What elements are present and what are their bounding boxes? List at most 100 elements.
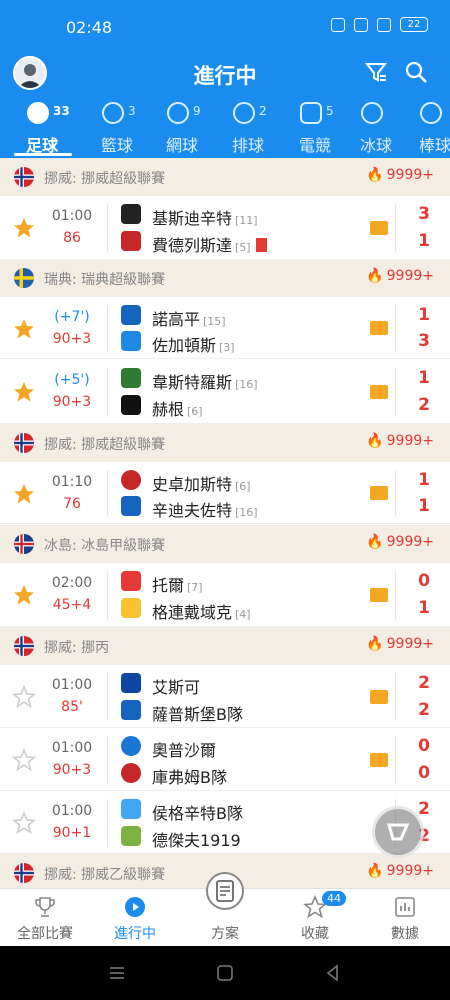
- home-team: 托爾 [7]: [152, 576, 203, 595]
- league-header[interactable]: 冰島: 冰島甲級聯賽 🔥 9999+: [0, 525, 450, 563]
- match-row[interactable]: 01:00 90+3 奧普沙爾 庫弗姆B隊 0 0: [0, 728, 450, 791]
- match-row[interactable]: 01:00 86 基斯迪辛特 [11] 費德列斯達 [5] 3 1: [0, 196, 450, 260]
- field-icon[interactable]: [370, 753, 388, 767]
- field-icon[interactable]: [370, 690, 388, 704]
- match-minute: 90+3: [52, 331, 92, 347]
- nav-all-matches[interactable]: 全部比賽: [0, 889, 90, 947]
- star-icon[interactable]: [12, 583, 36, 607]
- status-icons: 22: [331, 17, 428, 32]
- gamepad-icon: [300, 102, 322, 124]
- star-icon[interactable]: [12, 482, 36, 506]
- divider: [395, 305, 396, 351]
- hockey-puck-icon: [361, 102, 383, 124]
- tab-soccer[interactable]: 33 足球: [12, 100, 72, 158]
- team-crest-icon: [121, 673, 141, 693]
- field-icon[interactable]: [370, 221, 388, 235]
- star-outline-icon[interactable]: [12, 685, 36, 709]
- kickoff-time: 01:10: [51, 474, 93, 490]
- fire-icon: 🔥: [366, 433, 384, 449]
- match-minute: 85': [61, 699, 83, 715]
- field-icon[interactable]: [370, 486, 388, 500]
- home-team: 艾斯可: [152, 678, 201, 697]
- away-team: 庫弗姆B隊: [152, 768, 227, 787]
- home-team: 基斯迪辛特 [11]: [152, 209, 258, 228]
- league-name: 挪威: 挪威超級聯賽: [44, 171, 166, 187]
- divider: [395, 736, 396, 783]
- mute-icon: [331, 17, 345, 32]
- plan-button[interactable]: [206, 872, 244, 910]
- away-team: 赫根 [6]: [152, 400, 203, 419]
- star-icon[interactable]: [12, 317, 36, 341]
- divider: [395, 470, 396, 516]
- star-icon[interactable]: [12, 216, 36, 240]
- tab-basketball[interactable]: 3 籃球: [87, 100, 147, 158]
- kickoff-time: 01:00: [51, 803, 93, 819]
- star-icon[interactable]: [12, 380, 36, 404]
- match-minute: 86: [63, 230, 81, 246]
- league-name: 挪威: 挪威乙級聯賽: [44, 867, 166, 883]
- home-team: 史卓加斯特 [6]: [152, 475, 251, 494]
- divider: [395, 673, 396, 720]
- back-icon[interactable]: [324, 964, 342, 982]
- field-icon[interactable]: [370, 321, 388, 335]
- team-crest-icon: [121, 826, 141, 846]
- team-crest-icon: [121, 763, 141, 783]
- league-header[interactable]: 挪威: 挪丙 🔥 9999+: [0, 627, 450, 665]
- field-icon[interactable]: [370, 588, 388, 602]
- team-crest-icon: [121, 496, 141, 516]
- red-card-icon: [255, 238, 267, 252]
- home-team: 諾高平 [15]: [152, 310, 226, 329]
- match-minute: 90+3: [52, 762, 92, 778]
- divider: [107, 673, 108, 720]
- match-row[interactable]: 02:00 45+4 托爾 [7] 格連戴域克 [4] 0 1: [0, 563, 450, 627]
- added-time: (+7'): [54, 309, 90, 325]
- floating-button[interactable]: [372, 806, 424, 858]
- league-header[interactable]: 瑞典: 瑞典超級聯賽 🔥 9999+: [0, 259, 450, 297]
- search-icon[interactable]: [404, 60, 428, 84]
- star-outline-icon[interactable]: [12, 748, 36, 772]
- tab-hockey[interactable]: 冰球: [346, 100, 406, 158]
- match-row[interactable]: 01:00 85' 艾斯可 薩普斯堡B隊 2 2: [0, 665, 450, 728]
- home-score: 0: [418, 571, 430, 591]
- nav-in-progress[interactable]: 進行中: [90, 889, 180, 947]
- league-header[interactable]: 挪威: 挪威超級聯賽 🔥 9999+: [0, 424, 450, 462]
- tab-tennis[interactable]: 9 網球: [152, 100, 212, 158]
- team-crest-icon: [121, 231, 141, 251]
- home-score: 1: [418, 470, 430, 490]
- hot-count: 🔥 9999+: [366, 433, 434, 449]
- star-outline-icon[interactable]: [12, 811, 36, 835]
- away-score: 1: [418, 231, 430, 251]
- fire-icon: 🔥: [366, 636, 384, 652]
- away-score: 2: [418, 700, 430, 720]
- tab-esports[interactable]: 5 電競: [285, 100, 345, 158]
- field-icon[interactable]: [370, 385, 388, 399]
- kickoff-time: 01:00: [51, 740, 93, 756]
- home-icon[interactable]: [216, 964, 234, 982]
- norway-flag-icon: [14, 433, 34, 453]
- tab-baseball[interactable]: 棒球: [405, 100, 450, 158]
- match-row[interactable]: 01:10 76 史卓加斯特 [6] 辛迪夫佐特 [16] 1 1: [0, 462, 450, 524]
- match-row[interactable]: (+7') 90+3 諾高平 [15] 佐加頓斯 [3] 1 3: [0, 297, 450, 359]
- baseball-icon: [420, 102, 442, 124]
- nav-favorites[interactable]: 44 收藏: [270, 889, 360, 947]
- tab-underline: [14, 153, 72, 156]
- tab-volleyball[interactable]: 2 排球: [218, 100, 278, 158]
- menu-icon[interactable]: [108, 964, 126, 982]
- fire-icon: 🔥: [366, 863, 384, 879]
- league-header[interactable]: 挪威: 挪威超級聯賽 🔥 9999+: [0, 158, 450, 196]
- away-team: 薩普斯堡B隊: [152, 705, 243, 724]
- team-crest-icon: [121, 470, 141, 490]
- basketball-icon: [102, 102, 124, 124]
- away-score: 3: [418, 331, 430, 351]
- chart-icon: [395, 897, 415, 917]
- filter-icon[interactable]: [364, 60, 388, 84]
- hot-count: 🔥 9999+: [366, 167, 434, 183]
- system-nav-bar: [0, 946, 450, 1000]
- sweden-flag-icon: [14, 268, 34, 288]
- home-team: 韋斯特羅斯 [16]: [152, 373, 258, 392]
- app-header: 02:48 22 進行中 33 足球 3 籃球 9 網球 2 排球 5 電競 冰…: [0, 0, 450, 158]
- norway-flag-icon: [14, 636, 34, 656]
- signal-icon: [377, 17, 391, 32]
- nav-data[interactable]: 數據: [360, 889, 450, 947]
- match-row[interactable]: (+5') 90+3 韋斯特羅斯 [16] 赫根 [6] 1 2: [0, 360, 450, 424]
